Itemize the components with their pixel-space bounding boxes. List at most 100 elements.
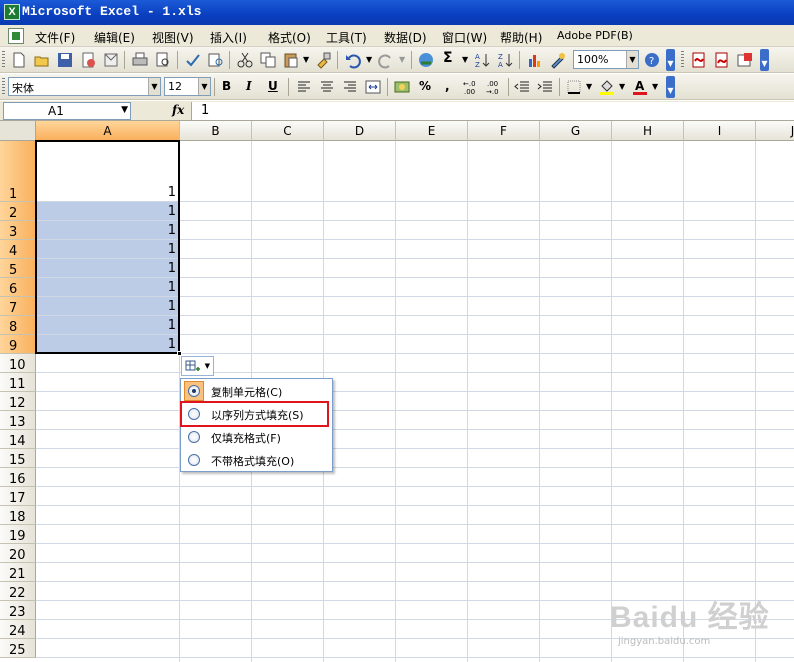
decrease-indent-icon[interactable] (513, 78, 531, 96)
permission-icon[interactable] (79, 51, 97, 69)
row-header-4[interactable]: 4 (0, 240, 36, 259)
row-header-22[interactable]: 22 (0, 582, 36, 601)
row-header-20[interactable]: 20 (0, 544, 36, 563)
cut-icon[interactable] (236, 51, 254, 69)
fill-color-icon[interactable] (598, 78, 616, 96)
row-header-14[interactable]: 14 (0, 430, 36, 449)
align-center-icon[interactable] (318, 78, 336, 96)
row-header-12[interactable]: 12 (0, 392, 36, 411)
drawing-icon[interactable] (549, 51, 567, 69)
bold-button[interactable]: B (222, 79, 231, 93)
column-header-i[interactable]: I (684, 121, 756, 141)
toolbar-options-chevron[interactable]: ▼ (666, 49, 675, 71)
email-icon[interactable] (102, 51, 120, 69)
row-header-25[interactable]: 25 (0, 639, 36, 658)
chevron-down-icon[interactable]: ▼ (121, 105, 128, 115)
menu-tools[interactable]: 工具(T) (326, 29, 367, 46)
chevron-down-icon[interactable]: ▼ (148, 78, 160, 95)
zoom-combo[interactable]: 100% ▼ (573, 50, 639, 69)
column-header-g[interactable]: G (540, 121, 612, 141)
currency-icon[interactable] (393, 78, 411, 96)
autofill-options-button[interactable]: ▼ (181, 356, 214, 376)
font-name-combo[interactable]: 宋体 ▼ (8, 77, 161, 96)
italic-button[interactable]: I (246, 79, 252, 93)
format-painter-icon[interactable] (314, 51, 332, 69)
row-header-8[interactable]: 8 (0, 316, 36, 335)
borders-dropdown-arrow[interactable]: ▼ (586, 82, 592, 91)
row-header-7[interactable]: 7 (0, 297, 36, 316)
new-icon[interactable] (10, 51, 28, 69)
workbook-icon[interactable] (8, 28, 24, 44)
copy-icon[interactable] (259, 51, 277, 69)
fill-color-dropdown-arrow[interactable]: ▼ (619, 82, 625, 91)
menu-insert[interactable]: 插入(I) (210, 29, 247, 46)
row-header-6[interactable]: 6 (0, 278, 36, 297)
research-icon[interactable] (207, 51, 225, 69)
underline-button[interactable]: U (268, 79, 278, 93)
increase-decimal-icon[interactable]: ←.0.00 (462, 78, 480, 96)
decrease-decimal-icon[interactable]: .00→.0 (485, 78, 503, 96)
worksheet-grid[interactable]: A B C D E F G H I J 1 2 3 4 5 6 7 8 9 10 11 12 13 14 15 16 17 18 19 2… (0, 121, 794, 662)
sort-ascending-icon[interactable]: AZ (473, 51, 491, 69)
hyperlink-icon[interactable] (417, 51, 435, 69)
align-left-icon[interactable] (295, 78, 313, 96)
menu-data[interactable]: 数据(D) (384, 29, 427, 46)
menu-help[interactable]: 帮助(H) (500, 29, 542, 46)
autofill-option-fill-formatting-only[interactable]: 仅填充格式(F) (182, 426, 332, 448)
column-header-f[interactable]: F (468, 121, 540, 141)
toolbar-options-chevron[interactable]: ▼ (666, 76, 675, 98)
column-header-h[interactable]: H (612, 121, 684, 141)
row-header-3[interactable]: 3 (0, 221, 36, 240)
paste-dropdown-arrow[interactable]: ▼ (303, 55, 309, 64)
row-header-23[interactable]: 23 (0, 601, 36, 620)
print-icon[interactable] (131, 51, 149, 69)
toolbar-options-chevron[interactable]: ▼ (760, 49, 769, 71)
font-size-combo[interactable]: 12 ▼ (164, 77, 211, 96)
open-icon[interactable] (33, 51, 51, 69)
menu-file[interactable]: 文件(F) (35, 29, 75, 46)
toolbar-grip[interactable] (2, 78, 5, 96)
help-icon[interactable]: ? (643, 51, 661, 69)
formula-input[interactable]: 1 (191, 102, 794, 120)
font-color-dropdown-arrow[interactable]: ▼ (652, 82, 658, 91)
percent-style-button[interactable]: % (419, 79, 431, 93)
autosum-dropdown-arrow[interactable]: ▼ (462, 55, 468, 64)
paste-icon[interactable] (282, 51, 300, 69)
row-header-10[interactable]: 10 (0, 354, 36, 373)
column-header-j[interactable]: J (756, 121, 794, 141)
column-header-e[interactable]: E (396, 121, 468, 141)
insert-function-icon[interactable]: fx (172, 103, 184, 117)
select-all-corner[interactable] (0, 121, 36, 141)
menu-adobe-pdf[interactable]: Adobe PDF(B) (557, 29, 633, 42)
save-icon[interactable] (56, 51, 74, 69)
chart-wizard-icon[interactable] (526, 51, 544, 69)
print-preview-icon[interactable] (154, 51, 172, 69)
redo-dropdown-arrow[interactable]: ▼ (399, 55, 405, 64)
chevron-down-icon[interactable]: ▼ (626, 51, 638, 68)
borders-icon[interactable] (565, 78, 583, 96)
align-right-icon[interactable] (341, 78, 359, 96)
redo-icon[interactable] (377, 51, 395, 69)
row-header-9[interactable]: 9 (0, 335, 36, 354)
menu-view[interactable]: 视图(V) (152, 29, 194, 46)
column-header-c[interactable]: C (252, 121, 324, 141)
merge-center-icon[interactable] (364, 78, 382, 96)
sort-descending-icon[interactable]: ZA (496, 51, 514, 69)
row-header-13[interactable]: 13 (0, 411, 36, 430)
pdf-review-icon[interactable] (736, 51, 754, 69)
pdf-email-icon[interactable] (713, 51, 731, 69)
name-box[interactable]: A1 ▼ (3, 102, 131, 120)
menu-window[interactable]: 窗口(W) (442, 29, 487, 46)
row-header-15[interactable]: 15 (0, 449, 36, 468)
toolbar-grip[interactable] (2, 51, 5, 69)
autosum-icon[interactable]: Σ (443, 50, 453, 66)
autofill-option-fill-without-formatting[interactable]: 不带格式填充(O) (182, 449, 332, 471)
row-header-21[interactable]: 21 (0, 563, 36, 582)
row-header-18[interactable]: 18 (0, 506, 36, 525)
font-color-icon[interactable]: A (631, 78, 649, 96)
toolbar-grip[interactable] (681, 51, 684, 69)
chevron-down-icon[interactable]: ▼ (198, 78, 210, 95)
row-header-19[interactable]: 19 (0, 525, 36, 544)
row-header-2[interactable]: 2 (0, 202, 36, 221)
column-header-d[interactable]: D (324, 121, 396, 141)
